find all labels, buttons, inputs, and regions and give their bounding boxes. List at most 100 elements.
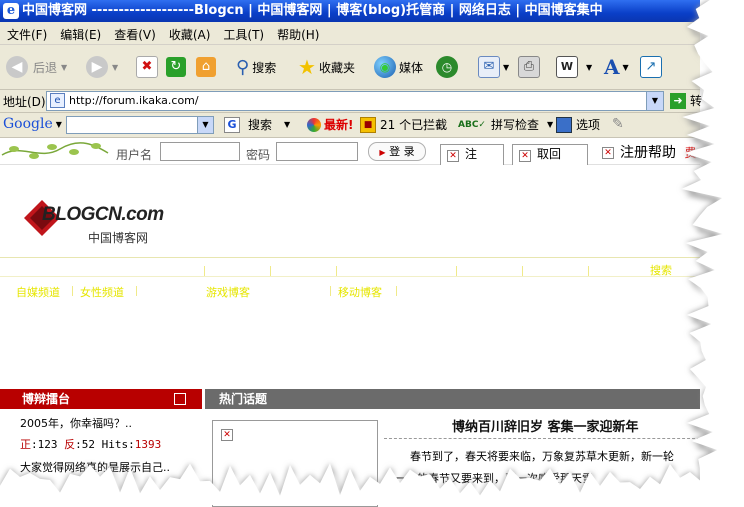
options-button[interactable]: 选项	[556, 116, 600, 133]
window-icon: ↗	[640, 56, 662, 78]
password-label: 密码	[246, 148, 271, 162]
menu-tools[interactable]: 工具(T)	[216, 22, 270, 43]
options-icon	[556, 116, 572, 133]
refresh-button[interactable]: ↻	[166, 53, 186, 81]
topic-body-line2: 年一度的春节又要来到，再一次感受那天雪	[384, 472, 593, 485]
login-button[interactable]: ▶ 登 录	[368, 142, 426, 161]
topic-headline[interactable]: 博纳百川辞旧岁 客集一家迎新年	[452, 416, 639, 435]
back-button[interactable]: ◀ 后退 ▼	[6, 53, 67, 81]
logo-subtitle: 中国博客网	[88, 231, 149, 245]
google-toolbar: Google ▼ ▼ G 搜索 ▼ 最新! ■ 21 个已拦截 ABC✓ 拼写检…	[0, 113, 700, 138]
nav-separator	[456, 266, 457, 276]
password-input[interactable]	[276, 142, 358, 161]
fee-label: 费	[684, 146, 697, 160]
edit-button[interactable]: W ▼	[556, 53, 592, 81]
search-button[interactable]: ⚲ 搜索	[236, 53, 276, 81]
register-help-label: 注册帮助	[620, 145, 676, 161]
nav-link-games[interactable]: 游戏博客	[206, 284, 250, 300]
nav-link-women[interactable]: 女性频道	[80, 284, 124, 300]
hits-label: Hits:	[101, 438, 135, 451]
messenger-button[interactable]: ↗	[640, 53, 662, 81]
address-input[interactable]: e http://forum.ikaka.com/ ▼	[46, 91, 664, 111]
chevron-down-icon: ▼	[61, 62, 68, 72]
address-label: 地址(D)	[3, 95, 46, 109]
retrieve-button[interactable]: ✕ 取回	[512, 144, 588, 165]
topic-image-placeholder[interactable]: ✕	[212, 420, 378, 507]
go-label: 转	[690, 94, 703, 108]
headline-rule	[384, 438, 700, 439]
site-logo[interactable]: BLOGCN.com 中国博客网	[22, 196, 172, 250]
register-help-link[interactable]: ✕ 注册帮助 费	[602, 142, 696, 162]
news-button[interactable]: 最新!	[307, 116, 353, 133]
login-bar: 用户名 密码 ▶ 登 录 ✕ 注 ✕ 取回 ✕ 注册帮助 费	[0, 138, 700, 165]
topic-body-line1: 春节到了，春天将要来临，万象复苏草木更新，新一轮	[410, 450, 674, 463]
chevron-down-icon: ▼	[622, 62, 629, 72]
address-dropdown-button[interactable]: ▼	[646, 92, 663, 110]
login-arrow-icon: ▶	[379, 148, 386, 157]
forward-button[interactable]: ▶ ▼	[86, 53, 118, 81]
google-search-input[interactable]: ▼	[66, 116, 214, 134]
favorites-label: 收藏夹	[318, 60, 355, 75]
menu-file[interactable]: 文件(F)	[0, 22, 53, 43]
search-icon: ⚲	[236, 56, 250, 78]
retrieve-button-label: 取回	[537, 147, 562, 161]
options-label: 选项	[576, 118, 601, 132]
nav-separator	[588, 266, 589, 276]
spellcheck-button[interactable]: ABC✓ 拼写检查 ▼	[458, 116, 553, 133]
globe-icon: ◉	[374, 56, 396, 78]
nav-link-mobile[interactable]: 移动博客	[338, 284, 382, 300]
google-dropdown-button[interactable]: ▼	[197, 117, 213, 133]
checkbox-icon[interactable]	[174, 393, 186, 405]
register-button[interactable]: ✕ 注	[440, 144, 504, 165]
history-icon: ◷	[436, 56, 458, 78]
pencil-icon[interactable]: ✎	[612, 116, 624, 132]
nav-separator	[522, 266, 523, 276]
menu-view[interactable]: 查看(V)	[107, 22, 162, 43]
stop-button[interactable]: ✖	[136, 53, 158, 81]
nav-separator	[204, 266, 205, 276]
media-button[interactable]: ◉ 媒体	[374, 53, 423, 81]
nav-separator	[72, 286, 73, 296]
window-title-bar: e 中国博客网 -------------------Blogcn | 中国博客网…	[0, 0, 700, 22]
home-icon: ⌂	[196, 57, 216, 77]
menu-edit[interactable]: 编辑(E)	[53, 22, 107, 43]
hits-count: 1393	[134, 438, 162, 451]
chevron-down-icon: ▼	[547, 120, 554, 129]
menu-help[interactable]: 帮助(H)	[270, 22, 325, 43]
nav-separator	[336, 266, 337, 276]
popup-blocker-icon: ■	[360, 116, 376, 133]
window-title: 中国博客网 -------------------Blogcn | 中国博客网 …	[22, 3, 603, 18]
ie-app-icon: e	[3, 3, 19, 19]
font-a-icon: A	[604, 55, 620, 79]
debate-item[interactable]: 大家觉得网络真的是展示自己..	[20, 459, 170, 475]
hot-topics-title: 热门话题	[219, 392, 268, 406]
google-menu-button[interactable]: Google ▼	[3, 116, 62, 132]
pro-label: 正	[20, 438, 31, 451]
search-label: 搜索	[252, 60, 277, 75]
print-button[interactable]: ⎙	[518, 53, 540, 81]
home-button[interactable]: ⌂	[196, 53, 216, 81]
nav-separator	[136, 286, 137, 296]
google-search-button[interactable]: G 搜索 ▼	[224, 116, 290, 133]
con-label: 反	[64, 438, 76, 451]
back-label: 后退	[33, 60, 58, 75]
nav-link-self-media[interactable]: 自媒频道	[16, 284, 60, 300]
username-input[interactable]	[160, 142, 240, 161]
history-button[interactable]: ◷	[436, 53, 458, 81]
con-count: :52	[75, 438, 95, 451]
broken-image-icon: ✕	[447, 150, 459, 162]
font-size-button[interactable]: A ▼	[604, 53, 629, 81]
favorites-button[interactable]: ★ 收藏夹	[298, 53, 355, 81]
popup-blocker-button[interactable]: ■ 21 个已拦截	[360, 116, 447, 133]
refresh-icon: ↻	[166, 57, 186, 77]
menu-bar: 文件(F) 编辑(E) 查看(V) 收藏(A) 工具(T) 帮助(H)	[0, 22, 700, 45]
nav-separator	[270, 266, 271, 276]
media-label: 媒体	[399, 60, 424, 75]
blocked-count-label: 21 个已拦截	[380, 118, 448, 132]
menu-favorites[interactable]: 收藏(A)	[162, 22, 217, 43]
pro-count: :123	[31, 438, 58, 451]
mail-button[interactable]: ✉ ▼	[478, 53, 509, 81]
debate-item[interactable]: 2005年，你幸福吗？..	[20, 415, 132, 431]
go-button[interactable]: ➜ 转	[670, 92, 702, 109]
chevron-down-icon: ▼	[284, 120, 291, 129]
